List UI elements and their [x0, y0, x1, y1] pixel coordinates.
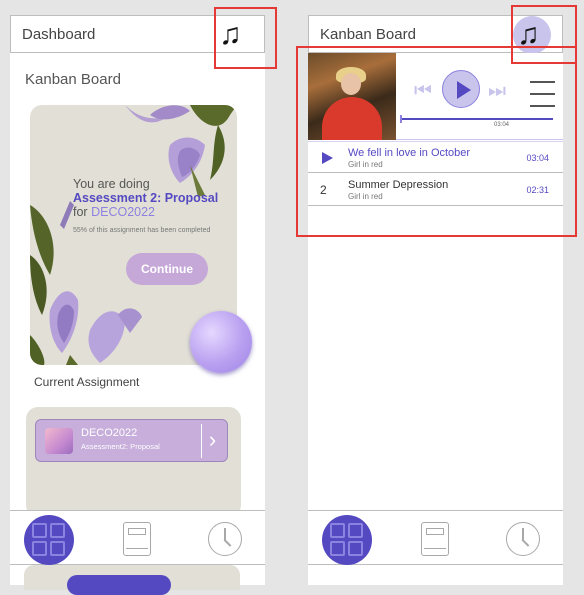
clock-icon[interactable]: [506, 522, 540, 556]
for-word: for: [73, 205, 88, 219]
assignment-message: You are doing Assessment 2: Proposal for…: [73, 177, 237, 219]
grid-icon: [50, 541, 65, 556]
grid-icon: [50, 523, 65, 538]
highlight-box: [296, 46, 577, 237]
chevron-right-icon[interactable]: ›: [201, 424, 223, 458]
grid-icon: [330, 523, 345, 538]
highlight-box: [214, 7, 277, 69]
current-assignment-label: Current Assignment: [34, 375, 140, 389]
course-name: DECO2022: [81, 427, 138, 439]
grid-icon: [348, 541, 363, 556]
assignment-line1: You are doing: [73, 177, 150, 191]
page-title: Dashboard: [22, 26, 96, 43]
bottom-nav: [308, 510, 563, 565]
bottom-nav: [10, 510, 265, 565]
page-title: Kanban Board: [320, 26, 416, 43]
assistant-avatar[interactable]: [190, 311, 252, 373]
progress-note: 55% of this assignment has been complete…: [73, 227, 211, 234]
clock-icon[interactable]: [208, 522, 242, 556]
assessment-title: Assessment 2: Proposal: [73, 191, 219, 205]
grid-icon: [330, 541, 345, 556]
book-icon[interactable]: [123, 522, 151, 556]
nav-grid-button[interactable]: [24, 515, 74, 565]
grid-icon: [348, 523, 363, 538]
book-icon[interactable]: [421, 522, 449, 556]
continue-button[interactable]: Continue: [126, 253, 208, 285]
course-item[interactable]: DECO2022 Assessment2: Proposal ›: [35, 419, 228, 462]
course-thumbnail: [45, 428, 73, 454]
course-code: DECO2022: [91, 205, 156, 219]
grid-icon: [32, 523, 47, 538]
grid-icon: [32, 541, 47, 556]
course-subtitle: Assessment2: Proposal: [81, 442, 160, 451]
nav-grid-button[interactable]: [322, 515, 372, 565]
next-card-button[interactable]: [67, 575, 171, 595]
section-title: Kanban Board: [25, 71, 121, 88]
dashboard-screen: Dashboard ♫ Kanban Board You are doing A…: [10, 15, 265, 595]
